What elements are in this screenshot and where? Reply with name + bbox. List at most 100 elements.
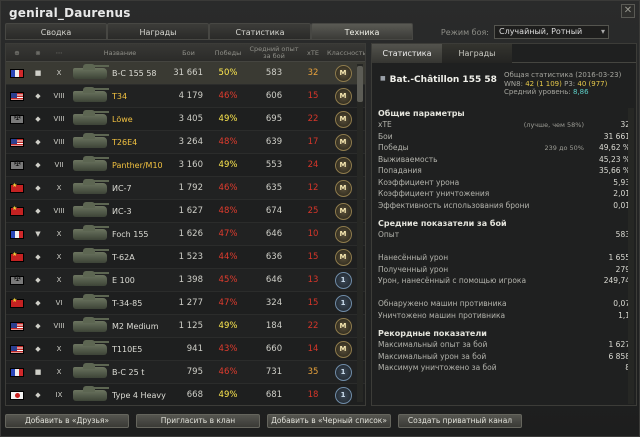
stat-value: 279 bbox=[615, 264, 630, 274]
stat-note: 239 до 50% bbox=[544, 143, 584, 152]
add-blacklist-button[interactable]: Добавить в «Черный список» bbox=[267, 414, 391, 428]
vehicle-battles: 1 627 bbox=[178, 206, 203, 216]
main-tabs: Сводка Награды Статистика Техника bbox=[5, 23, 413, 40]
header-xte[interactable]: xTE bbox=[299, 49, 327, 57]
vehicle-class-icon: ◆ bbox=[35, 391, 41, 399]
mastery-badge: 1 bbox=[334, 363, 352, 381]
vehicle-row[interactable]: ◆ VII Panther/M10 3 160 49% 553 24 M bbox=[6, 154, 365, 177]
vehicle-avg-exp: 674 bbox=[265, 206, 283, 216]
vehicle-tier: VII bbox=[54, 161, 64, 169]
vehicle-name: M2 Medium bbox=[112, 321, 159, 331]
header-wins[interactable]: Победы bbox=[207, 49, 249, 57]
header-avg-exp[interactable]: Средний опыт за бой bbox=[249, 45, 299, 60]
mastery-badge-icon: 1 bbox=[327, 294, 359, 312]
vehicle-battles: 795 bbox=[186, 367, 203, 377]
vehicle-tier: VIII bbox=[53, 322, 65, 330]
class-filter-icon[interactable]: ⊗ bbox=[28, 49, 48, 57]
vehicle-row[interactable]: ◆ X T110E5 941 43% 660 14 M bbox=[6, 338, 365, 361]
stat-label: Эффективность использования брони bbox=[378, 200, 530, 210]
tank-icon bbox=[70, 201, 112, 221]
stat-value: 0,07 bbox=[613, 299, 630, 309]
private-channel-button[interactable]: Создать приватный канал bbox=[398, 414, 522, 428]
add-friend-button[interactable]: Добавить в «Друзья» bbox=[5, 414, 129, 428]
vehicle-xte: 14 bbox=[307, 344, 319, 354]
stat-label: Бои bbox=[378, 131, 393, 141]
wn8-label: WN8: bbox=[504, 79, 523, 88]
vehicle-row[interactable]: ◆ VIII T34 4 179 46% 606 15 M bbox=[6, 85, 365, 108]
tab-detail-awards[interactable]: Награды bbox=[442, 44, 512, 63]
vehicle-battles: 3 405 bbox=[178, 114, 203, 124]
stat-line: Урон, нанесённый с помощью игрока 249,74 bbox=[372, 275, 636, 287]
battle-mode-select[interactable]: Случайный, Ротный bbox=[494, 25, 609, 39]
close-icon[interactable]: ✕ bbox=[621, 4, 635, 18]
vehicle-row[interactable]: ■ X B-C 25 t 795 46% 731 35 1 bbox=[6, 361, 365, 384]
vehicle-wins: 48% bbox=[218, 137, 238, 147]
vehicle-row[interactable]: ◆ X E 100 1 398 45% 646 13 1 bbox=[6, 269, 365, 292]
stat-line: Уничтожено машин противника 1,1 bbox=[372, 310, 636, 322]
tank-icon bbox=[70, 385, 112, 405]
stat-label: Максимальный опыт за бой bbox=[378, 340, 488, 350]
vehicle-row[interactable]: ◆ VIII Löwe 3 405 49% 695 22 M bbox=[6, 108, 365, 131]
vehicle-tier: VIII bbox=[53, 138, 65, 146]
stat-note: (лучше, чем 58%) bbox=[523, 120, 584, 129]
vehicle-row[interactable]: ▼ X Foch 155 1 626 47% 646 10 M bbox=[6, 223, 365, 246]
tab-detail-statistics[interactable]: Статистика bbox=[372, 44, 442, 63]
header-battles[interactable]: Бои bbox=[170, 49, 207, 57]
tab-vehicles[interactable]: Техника bbox=[311, 23, 413, 40]
tab-awards[interactable]: Награды bbox=[107, 23, 209, 40]
vehicle-tier: X bbox=[56, 368, 62, 376]
vehicle-name: T26E4 bbox=[112, 137, 138, 147]
vehicle-avg-exp: 635 bbox=[265, 183, 283, 193]
vehicle-class-icon: ◆ bbox=[35, 161, 41, 169]
vehicle-xte: 18 bbox=[307, 390, 319, 400]
vehicle-row[interactable]: ◆ X ИС-7 1 792 46% 635 12 M bbox=[6, 177, 365, 200]
vehicle-battles: 4 179 bbox=[178, 91, 203, 101]
stat-label: Полученный урон bbox=[378, 264, 449, 274]
section-title: Средние показатели за бой bbox=[378, 219, 507, 228]
vehicle-row[interactable]: ◆ VIII M2 Medium 1 125 49% 184 22 M bbox=[6, 315, 365, 338]
vehicle-row[interactable]: ◆ VI T-34-85 1 277 47% 324 15 1 bbox=[6, 292, 365, 315]
avg-tier-value: 8,86 bbox=[572, 88, 589, 96]
vehicle-battles: 668 bbox=[186, 390, 203, 400]
tab-statistics[interactable]: Статистика bbox=[209, 23, 311, 40]
vehicle-xte: 15 bbox=[307, 252, 319, 262]
tier-filter-icon[interactable]: ⋯ bbox=[48, 49, 70, 57]
header-mastery[interactable]: Классность bbox=[327, 49, 365, 57]
vehicle-name: Löwe bbox=[112, 114, 133, 124]
tank-icon bbox=[70, 362, 112, 382]
stat-value: 31 661 bbox=[603, 131, 630, 141]
battle-mode-label: Режим боя: bbox=[440, 27, 489, 37]
vehicle-tier: X bbox=[56, 69, 62, 77]
detail-scrollbar[interactable] bbox=[628, 108, 634, 404]
vehicle-wins: 47% bbox=[218, 229, 238, 239]
vehicle-avg-exp: 660 bbox=[265, 344, 283, 354]
header-name[interactable]: Название bbox=[70, 49, 170, 57]
invite-clan-button[interactable]: Пригласить в клан bbox=[136, 414, 260, 428]
stat-label: Коэффициент урона bbox=[378, 177, 460, 187]
list-scrollbar[interactable] bbox=[357, 64, 363, 402]
vehicle-class-icon: ■ bbox=[34, 368, 42, 376]
stat-line: Обнаружено машин противника 0,07 bbox=[372, 298, 636, 310]
stat-label: Победы bbox=[378, 143, 409, 153]
stat-line: Максимальный опыт за бой 1 627 bbox=[372, 339, 636, 351]
vehicle-wins: 50% bbox=[218, 68, 238, 78]
vehicle-row[interactable]: ◆ X T-62A 1 523 44% 636 15 M bbox=[6, 246, 365, 269]
vehicle-row[interactable]: ◆ VIII ИС-3 1 627 48% 674 25 M bbox=[6, 200, 365, 223]
tank-icon bbox=[70, 247, 112, 267]
vehicle-row[interactable]: ◆ VIII T26E4 3 264 48% 639 17 M bbox=[6, 131, 365, 154]
vehicle-row[interactable]: ■ X B-C 155 58 31 661 50% 583 32 M bbox=[6, 62, 365, 85]
mastery-badge-icon: M bbox=[327, 317, 359, 335]
vehicle-class-icon: ◆ bbox=[35, 115, 41, 123]
vehicle-row[interactable]: ◆ IX Type 4 Heavy 668 49% 681 18 1 bbox=[6, 384, 365, 405]
vehicle-class-icon: ◆ bbox=[35, 138, 41, 146]
stat-label: xTE bbox=[378, 120, 392, 130]
list-scroll-thumb[interactable] bbox=[357, 66, 363, 102]
nation-flag-icon bbox=[6, 113, 28, 124]
r3-label: Р3: bbox=[564, 79, 576, 88]
mastery-badge-icon: 1 bbox=[327, 386, 359, 404]
nation-flag-icon bbox=[6, 390, 28, 400]
nation-filter-icon[interactable]: ⊕ bbox=[6, 49, 28, 57]
nation-flag-icon bbox=[6, 68, 28, 78]
tab-summary[interactable]: Сводка bbox=[5, 23, 107, 40]
stat-line bbox=[372, 287, 636, 299]
